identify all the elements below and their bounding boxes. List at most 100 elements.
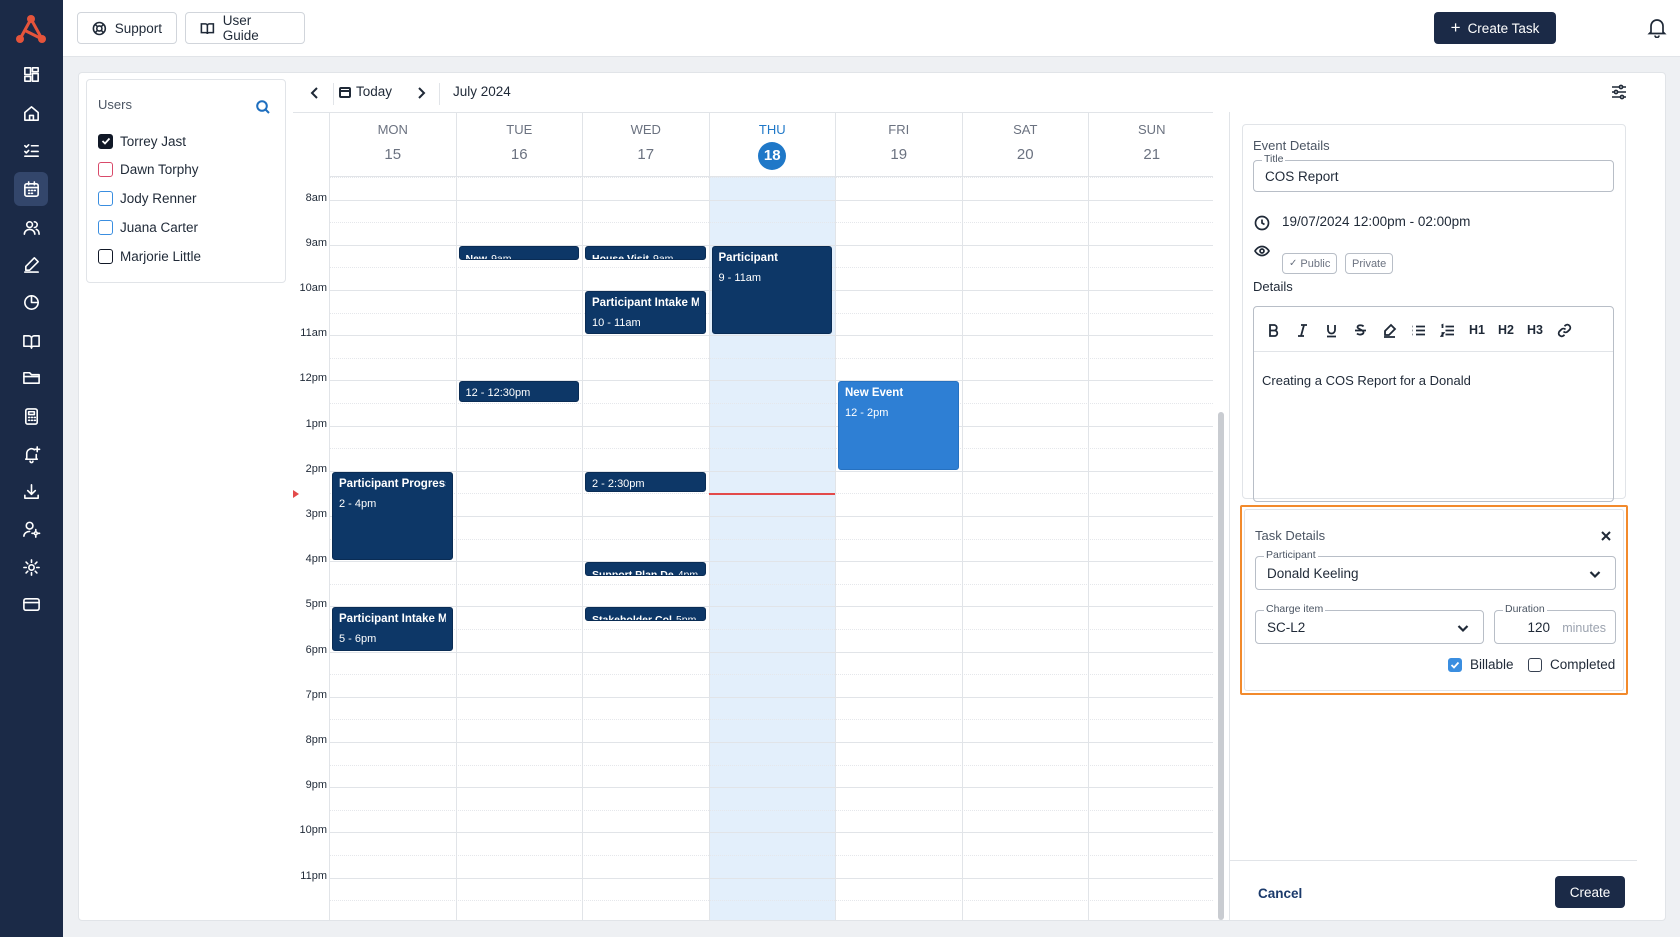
- calendar-event[interactable]: Support Plan De 4pm: [585, 562, 706, 577]
- calendar-small-icon: [339, 86, 351, 98]
- current-time-marker: [293, 490, 299, 499]
- grid-line: [329, 425, 1213, 427]
- calendar-event[interactable]: 12 - 12:30pm: [458, 381, 579, 402]
- user-filter-item[interactable]: Juana Carter: [98, 217, 198, 237]
- user-name: Marjorie Little: [120, 248, 202, 264]
- public-toggle[interactable]: ✓ Public: [1282, 253, 1338, 274]
- bold-icon[interactable]: [1266, 322, 1281, 338]
- heading2-button[interactable]: H2: [1498, 322, 1514, 338]
- grid-line: [329, 583, 1213, 585]
- book-icon[interactable]: [14, 324, 48, 358]
- calendar-event[interactable]: Participant Intake Me 5 - 6pm: [332, 607, 453, 651]
- day-header[interactable]: TUE 16: [455, 113, 582, 177]
- day-header[interactable]: SAT 20: [961, 113, 1088, 177]
- event-details-card: Event Details Title COS Report 19/07/202…: [1242, 124, 1626, 502]
- calendar-event[interactable]: Participant Intake Me 10 - 11am: [585, 291, 706, 335]
- prev-week-icon[interactable]: [307, 85, 325, 103]
- event-form-panel: Event Details Title COS Report 19/07/202…: [1229, 112, 1637, 920]
- clear-format-icon[interactable]: [1382, 322, 1397, 338]
- month-label: July 2024: [453, 84, 511, 99]
- hour-label: 9am: [305, 236, 327, 249]
- grid-line: [329, 877, 1213, 879]
- heading1-button[interactable]: H1: [1469, 322, 1485, 338]
- day-header[interactable]: SUN 21: [1088, 113, 1213, 177]
- grid-line: [329, 606, 1213, 608]
- book-open-icon: [200, 22, 215, 34]
- day-header[interactable]: WED 17: [582, 113, 709, 177]
- app-logo[interactable]: [12, 12, 50, 48]
- create-task-label: Create Task: [1467, 20, 1540, 36]
- calendar-event[interactable]: Participant Progress 2 - 4pm: [332, 471, 453, 561]
- search-icon[interactable]: [255, 99, 271, 115]
- calendar-event[interactable]: 2 - 2:30pm: [585, 471, 706, 493]
- underline-icon[interactable]: [1324, 322, 1339, 338]
- details-editor[interactable]: H1 H2 H3 Creating a COS Report for a Don…: [1253, 306, 1614, 502]
- calendar-event[interactable]: Participant 9 - 11am: [711, 245, 832, 335]
- user-filter-item[interactable]: Jody Renner: [98, 188, 197, 208]
- event-title: Participant Intake Me: [339, 613, 446, 626]
- day-header[interactable]: THU 18: [708, 113, 835, 177]
- next-week-icon[interactable]: [413, 85, 431, 103]
- user-filter-item[interactable]: Marjorie Little: [98, 246, 201, 266]
- today-button[interactable]: Today: [339, 84, 392, 99]
- task-list-icon[interactable]: [14, 133, 48, 167]
- calculator-icon[interactable]: [14, 399, 48, 433]
- event-datetime[interactable]: 19/07/2024 12:00pm - 02:00pm: [1282, 214, 1470, 229]
- user-settings-icon[interactable]: [14, 512, 48, 546]
- calendar-event[interactable]: House Visit 9am: [585, 245, 706, 260]
- home-icon[interactable]: [14, 96, 48, 130]
- create-button[interactable]: Create: [1555, 876, 1625, 908]
- user-filter-item[interactable]: Dawn Torphy: [98, 159, 199, 179]
- day-number: 15: [384, 146, 402, 163]
- calendar-icon[interactable]: [14, 172, 48, 206]
- day-name: THU: [758, 122, 786, 137]
- dashboard-icon[interactable]: [14, 57, 48, 91]
- strikethrough-icon[interactable]: [1353, 322, 1368, 338]
- calendar-event[interactable]: New Event 12 - 2pm: [838, 381, 959, 470]
- event-time: 12 - 12:30pm: [465, 387, 531, 400]
- bullet-list-icon[interactable]: [1411, 322, 1426, 338]
- calendar-scrollbar[interactable]: [1218, 412, 1224, 920]
- day-name: SUN: [1138, 122, 1166, 137]
- completed-checkbox[interactable]: Completed: [1528, 657, 1615, 672]
- notifications-bell-icon[interactable]: [1646, 16, 1668, 39]
- user-filter-item[interactable]: Torrey Jast: [98, 131, 186, 151]
- event-title: Support Plan De: [592, 569, 674, 577]
- download-icon[interactable]: [14, 474, 48, 508]
- duration-field[interactable]: Duration 120 minutes: [1494, 603, 1616, 644]
- filter-settings-icon[interactable]: [1610, 83, 1628, 101]
- folder-icon[interactable]: [14, 360, 48, 394]
- heading3-button[interactable]: H3: [1527, 322, 1543, 338]
- user-guide-button[interactable]: User Guide: [185, 12, 305, 44]
- chevron-down-icon: [1587, 566, 1603, 582]
- close-icon[interactable]: [1599, 529, 1613, 543]
- grid-line: [329, 696, 1213, 698]
- participant-value: Donald Keeling: [1267, 566, 1359, 581]
- cancel-button[interactable]: Cancel: [1258, 886, 1302, 901]
- create-task-button[interactable]: + Create Task: [1434, 12, 1556, 44]
- topbar: Support User Guide + Create Task TJ: [63, 0, 1680, 57]
- charge-item-select[interactable]: Charge item SC-L2: [1255, 603, 1484, 644]
- users-icon[interactable]: [14, 210, 48, 244]
- day-header[interactable]: MON 15: [329, 113, 456, 177]
- support-button[interactable]: Support: [77, 12, 177, 44]
- italic-icon[interactable]: [1295, 322, 1310, 338]
- calendar-event[interactable]: Stakeholder Col 5pm: [585, 607, 706, 622]
- event-time: 5 - 6pm: [339, 633, 377, 646]
- calendar-event[interactable]: New 9am: [458, 245, 579, 260]
- billable-checkbox[interactable]: Billable: [1448, 657, 1514, 672]
- link-icon[interactable]: [1557, 322, 1572, 338]
- day-header[interactable]: FRI 19: [835, 113, 962, 177]
- numbered-list-icon[interactable]: [1440, 322, 1455, 338]
- gear-icon[interactable]: [14, 550, 48, 584]
- private-toggle[interactable]: Private: [1345, 253, 1394, 274]
- participant-select[interactable]: Participant Donald Keeling: [1255, 549, 1616, 590]
- grid-line: [329, 742, 1213, 743]
- chart-icon[interactable]: [14, 285, 48, 319]
- pen-icon[interactable]: [14, 247, 48, 281]
- card-icon[interactable]: [14, 587, 48, 621]
- duration-value: 120: [1527, 620, 1550, 635]
- event-title: New: [465, 252, 488, 260]
- title-field[interactable]: Title COS Report: [1253, 153, 1614, 192]
- bell-plus-icon[interactable]: [14, 437, 48, 471]
